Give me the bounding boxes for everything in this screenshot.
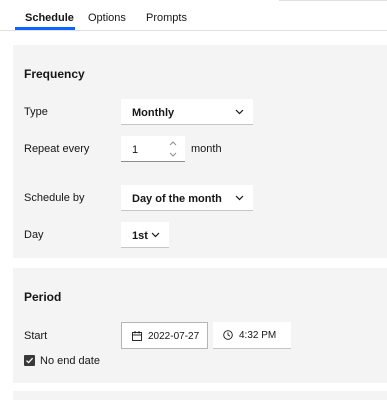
repeat-unit: month	[191, 143, 222, 155]
type-select-value: Monthly	[132, 107, 175, 119]
type-label: Type	[24, 106, 48, 118]
period-panel: Period Start 2022-07-27 4:32 PM No end d…	[13, 268, 387, 383]
tab-prompts[interactable]: Prompts	[146, 11, 187, 25]
day-select[interactable]: 1st	[121, 222, 169, 248]
day-select-value: 1st	[132, 230, 148, 242]
tab-schedule[interactable]: Schedule	[25, 11, 74, 25]
chevron-down-icon	[151, 232, 160, 238]
start-date-value: 2022-07-27	[148, 331, 200, 342]
schedule-by-value: Day of the month	[132, 193, 222, 205]
start-time-picker[interactable]: 4:32 PM	[213, 322, 291, 349]
repeat-every-value: 1	[132, 144, 139, 156]
start-label: Start	[24, 330, 48, 342]
schedule-by-select[interactable]: Day of the month	[121, 185, 253, 211]
increment-icon[interactable]	[168, 139, 178, 147]
type-select[interactable]: Monthly	[121, 99, 253, 125]
tab-options[interactable]: Options	[88, 11, 126, 25]
next-panel	[13, 391, 387, 400]
no-end-date-label: No end date	[40, 355, 100, 367]
tab-bar: Schedule Options Prompts	[0, 0, 387, 31]
clock-icon	[223, 330, 233, 340]
day-label: Day	[24, 229, 44, 241]
repeat-every-input[interactable]: 1	[121, 136, 185, 162]
schedule-by-label: Schedule by	[24, 192, 85, 204]
repeat-every-label: Repeat every	[24, 143, 90, 155]
start-time-value: 4:32 PM	[239, 330, 277, 341]
chevron-down-icon	[235, 195, 244, 201]
chevron-down-icon	[235, 109, 244, 115]
frequency-panel: Frequency Type Monthly Repeat every 1 mo…	[13, 45, 387, 258]
checkmark-icon	[26, 357, 34, 364]
calendar-icon	[132, 331, 142, 341]
start-date-picker[interactable]: 2022-07-27	[121, 322, 208, 349]
decrement-icon[interactable]	[168, 151, 178, 159]
period-title: Period	[24, 290, 62, 304]
active-tab-indicator	[15, 27, 75, 30]
no-end-date-checkbox[interactable]	[24, 355, 35, 366]
frequency-title: Frequency	[24, 67, 85, 81]
